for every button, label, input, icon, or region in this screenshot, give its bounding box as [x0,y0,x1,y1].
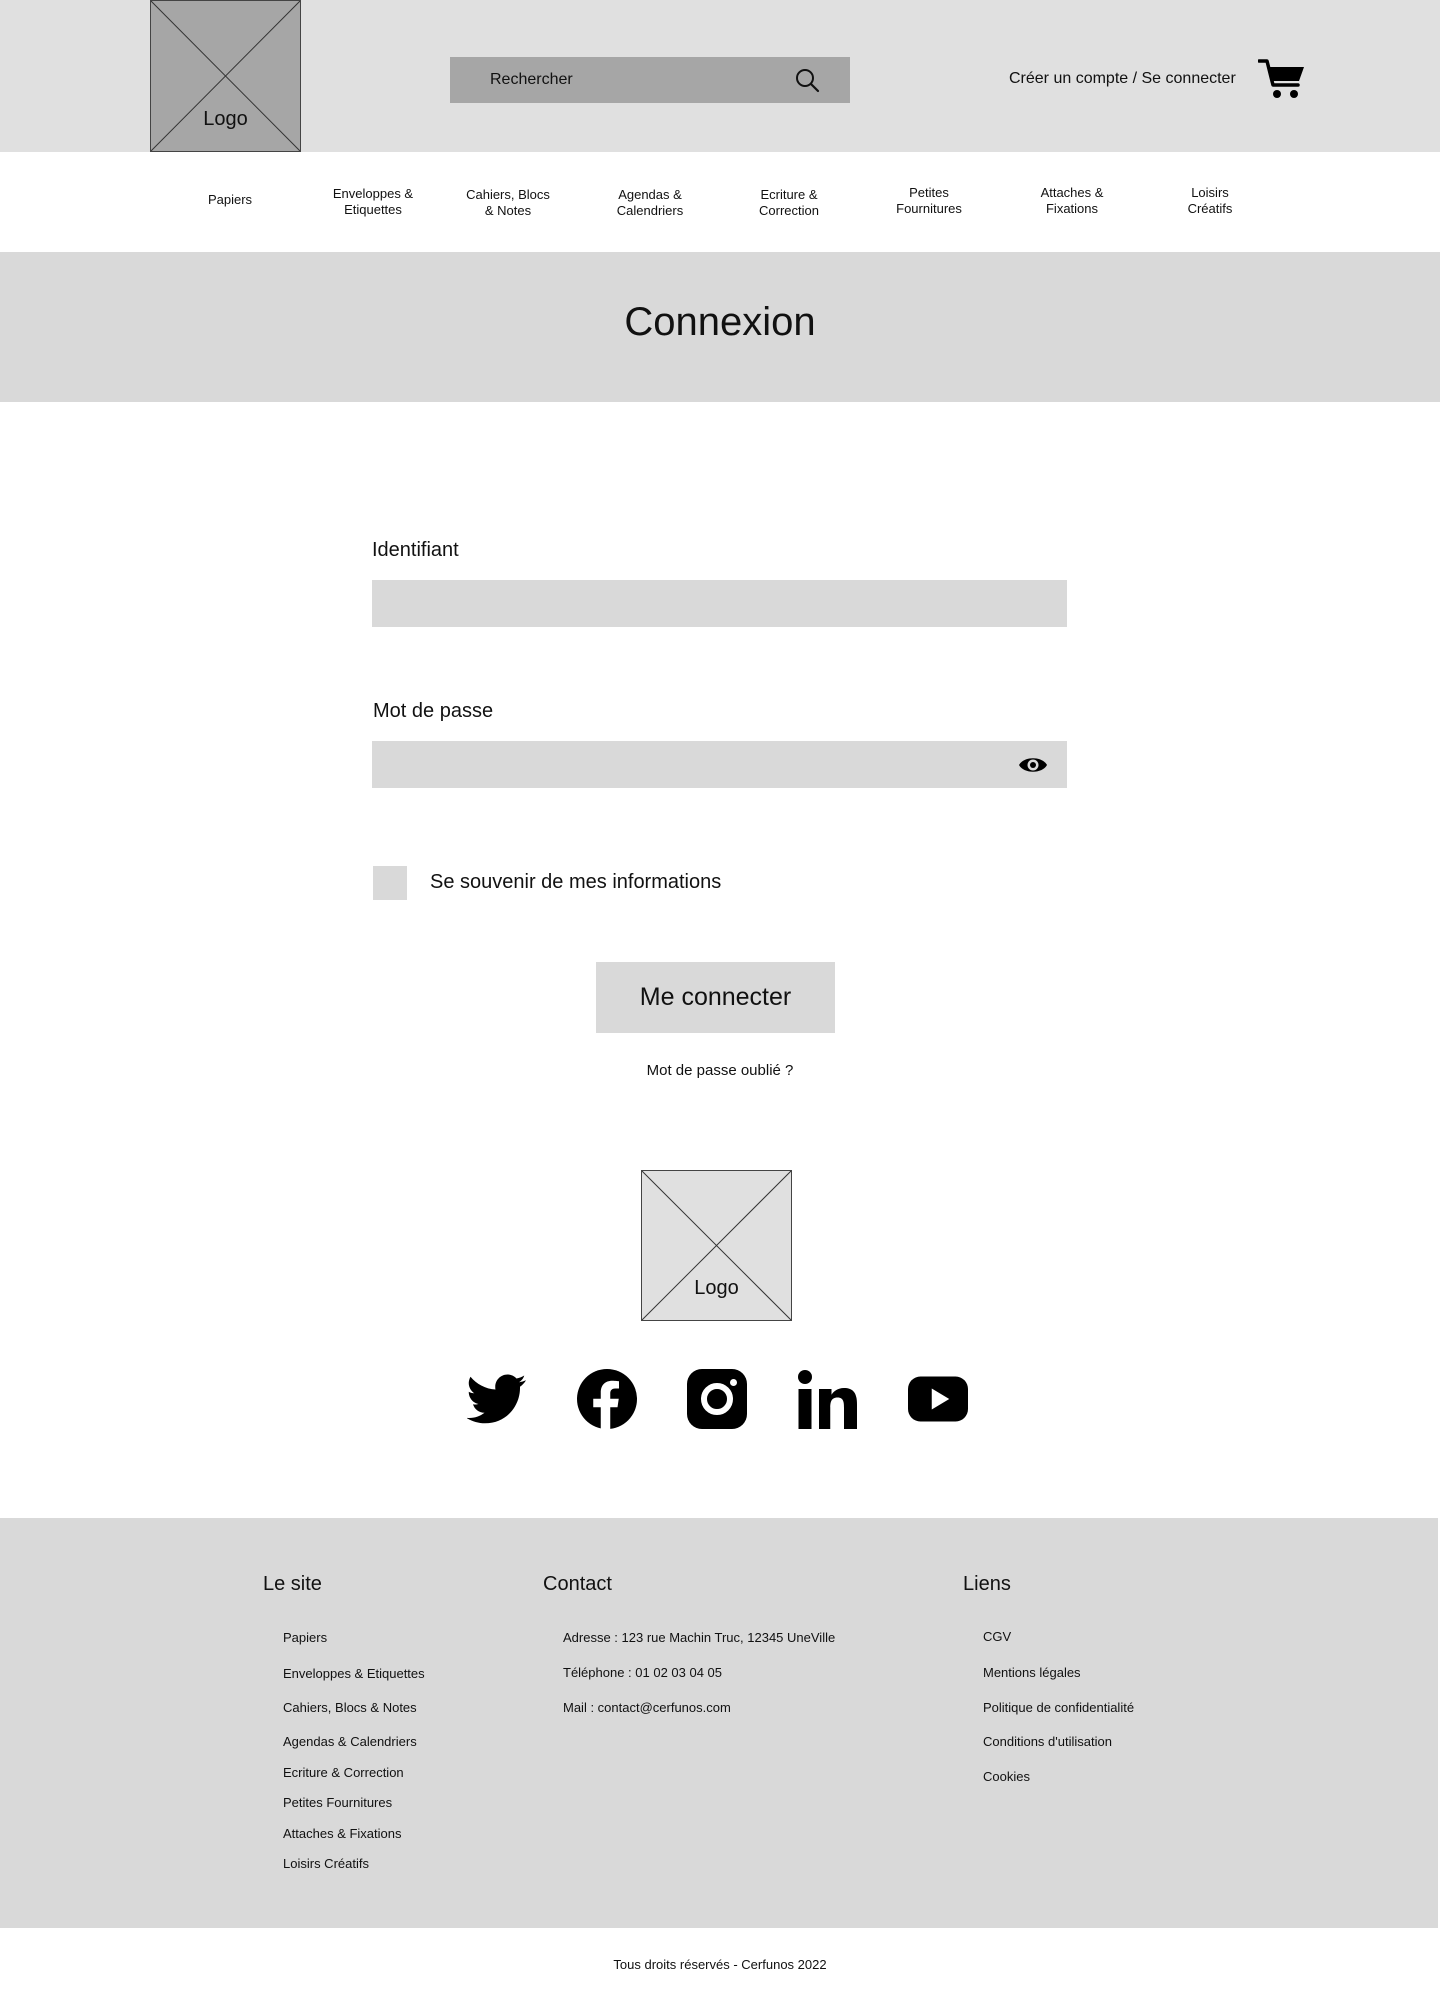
show-password-eye-icon[interactable] [1018,750,1048,780]
header-logo[interactable]: Logo [150,0,301,152]
facebook-icon[interactable] [577,1369,637,1429]
footer-link-loisirs[interactable]: Loisirs Créatifs [283,1856,369,1871]
copyright-text: Tous droits réservés - Cerfunos 2022 [613,1957,827,1972]
remember-me-checkbox[interactable] [373,866,407,900]
footer-link-papiers[interactable]: Papiers [283,1630,327,1645]
footer-contact-address: Adresse : 123 rue Machin Truc, 12345 Une… [563,1630,836,1645]
nav-item-label: Petites [909,185,949,200]
brand-logo-label: Logo [694,1277,739,1299]
footer-link-enveloppes[interactable]: Enveloppes & Etiquettes [283,1666,425,1681]
nav-item-attaches[interactable]: Attaches & Fixations [1002,185,1142,217]
footer-link-conditions[interactable]: Conditions d'utilisation [983,1734,1112,1749]
instagram-icon[interactable] [687,1369,747,1429]
password-label: Mot de passe [373,700,494,722]
footer-heading-contact: Contact [543,1573,612,1595]
footer-link-confidentialite[interactable]: Politique de confidentialité [983,1700,1134,1715]
nav-item-petites-fournitures[interactable]: Petites Fournitures [859,185,999,217]
nav-item-ecriture[interactable]: Ecriture & Correction [719,187,859,219]
nav-item-label: Agendas & [618,187,682,202]
nav-item-cahiers[interactable]: Cahiers, Blocs & Notes [438,187,578,219]
nav-item-label: Enveloppes & [332,186,414,201]
footer-link-agendas[interactable]: Agendas & Calendriers [283,1734,417,1749]
footer-link-cahiers[interactable]: Cahiers, Blocs & Notes [283,1700,417,1715]
page-title: Connexion [624,300,816,344]
username-input[interactable] [372,580,1067,627]
site-footer: Le site Papiers Enveloppes & Etiquettes … [0,1518,1438,1928]
username-label: Identifiant [372,539,459,561]
twitter-icon[interactable] [467,1368,527,1428]
brand-logo: Logo [641,1170,792,1321]
footer-link-cgv[interactable]: CGV [983,1629,1011,1644]
footer-link-ecriture[interactable]: Ecriture & Correction [283,1765,404,1780]
search-bar [450,57,850,103]
youtube-icon[interactable] [908,1369,968,1429]
nav-item-agendas[interactable]: Agendas & Calendriers [580,187,720,219]
nav-item-label: Attaches & [1040,185,1104,200]
footer-link-cookies[interactable]: Cookies [983,1769,1030,1784]
nav-item-label: Papiers [207,192,253,207]
nav-item-label: & Notes [484,203,532,218]
account-login-link[interactable]: Créer un compte / Se connecter [1009,70,1236,88]
nav-item-label: Loisirs [1191,185,1229,200]
footer-heading-site: Le site [263,1573,322,1595]
category-nav: Papiers Enveloppes & Etiquettes Cahiers,… [0,152,1440,252]
nav-item-label: Cahiers, Blocs [466,187,550,202]
page-banner: Connexion [0,252,1440,402]
search-icon[interactable] [794,67,820,93]
login-button[interactable]: Me connecter [596,962,835,1033]
footer-contact-email[interactable]: Mail : contact@cerfunos.com [563,1700,731,1715]
forgot-password-link[interactable]: Mot de passe oublié ? [0,1062,1440,1079]
footer-link-petites-fournitures[interactable]: Petites Fournitures [283,1795,392,1810]
nav-item-label: Correction [759,203,819,218]
linkedin-icon[interactable] [797,1369,857,1429]
nav-item-label: Ecriture & [760,187,818,202]
footer-contact-phone: Téléphone : 01 02 03 04 05 [563,1665,723,1680]
footer-heading-links: Liens [963,1573,1011,1595]
footer-link-attaches[interactable]: Attaches & Fixations [283,1826,402,1841]
nav-item-label: Calendriers [616,203,684,218]
nav-item-papiers[interactable]: Papiers [160,192,300,208]
nav-item-loisirs[interactable]: Loisirs Créatifs [1140,185,1280,217]
nav-item-label: Etiquettes [344,202,402,217]
nav-item-label: Fournitures [896,201,962,216]
footer-link-mentions-legales[interactable]: Mentions légales [983,1665,1081,1680]
nav-item-enveloppes[interactable]: Enveloppes & Etiquettes [303,186,443,218]
remember-me-label[interactable]: Se souvenir de mes informations [430,871,721,894]
cart-icon[interactable] [1258,56,1306,100]
search-input[interactable] [490,57,790,103]
password-input[interactable] [372,741,1067,788]
header-logo-label: Logo [203,108,248,130]
nav-item-label: Fixations [1045,201,1099,216]
nav-item-label: Créatifs [1187,201,1233,216]
